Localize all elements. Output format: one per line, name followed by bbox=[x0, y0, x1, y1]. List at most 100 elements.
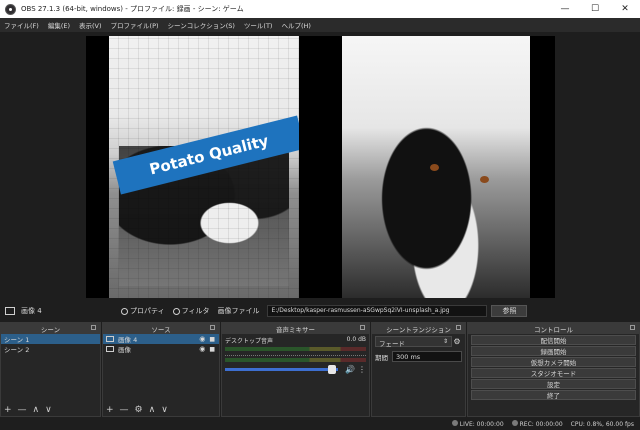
transitions-title: シーントランジション bbox=[386, 325, 451, 334]
pixelated-dog-image[interactable]: Potato Quality bbox=[109, 36, 299, 298]
source-item[interactable]: 画像 4 ◉ ■ bbox=[103, 334, 219, 344]
transition-settings-gear-icon[interactable]: ⚙ bbox=[452, 337, 462, 346]
start-recording-button[interactable]: 録画開始 bbox=[471, 346, 636, 356]
menu-bar: ファイル(F) 編集(E) 表示(V) プロファイル(P) シーンコレクション(… bbox=[0, 18, 640, 32]
duration-label: 期間 bbox=[375, 353, 388, 362]
volume-slider[interactable] bbox=[225, 365, 339, 374]
dock-float-icon[interactable] bbox=[360, 325, 365, 330]
cpu-status: CPU: 0.8%, 60.00 fps bbox=[570, 420, 634, 428]
rec-indicator-icon bbox=[511, 420, 518, 426]
audio-mixer-dock: 音声ミキサー デスクトップ音声 0.0 dB 🔊 ⋮ bbox=[221, 322, 370, 417]
transition-select[interactable]: フェード ⇕ bbox=[375, 336, 452, 348]
volume-meter bbox=[225, 347, 366, 351]
transitions-header: シーントランジション bbox=[372, 323, 465, 334]
lock-icon[interactable]: ■ bbox=[209, 336, 215, 343]
menu-tools[interactable]: ツール(T) bbox=[244, 20, 273, 30]
transition-selected: フェード bbox=[379, 340, 405, 348]
channel-name: デスクトップ音声 bbox=[225, 338, 274, 345]
image-source-icon bbox=[106, 346, 114, 352]
window-title: OBS 27.1.3 (64-bit, windows) - プロファイル: 録… bbox=[21, 5, 244, 13]
mixer-title: 音声ミキサー bbox=[276, 325, 315, 334]
filters-label: フィルタ bbox=[181, 307, 210, 315]
duration-field[interactable]: 300 ms bbox=[392, 351, 462, 362]
volume-meter bbox=[225, 358, 366, 362]
dog-eye-left bbox=[430, 164, 439, 171]
scenes-dock: シーン シーン 1 シーン 2 + — ∧ ∨ bbox=[0, 322, 101, 417]
controls-title: コントロール bbox=[534, 325, 573, 334]
studio-mode-button[interactable]: スタジオモード bbox=[471, 368, 636, 378]
image-file-label: 画像ファイル bbox=[217, 307, 260, 315]
menu-file[interactable]: ファイル(F) bbox=[4, 20, 39, 30]
properties-label: プロパティ bbox=[130, 307, 165, 315]
move-down-button[interactable]: ∨ bbox=[45, 405, 52, 415]
source-label: 画像 bbox=[118, 346, 131, 354]
start-virtual-camera-button[interactable]: 仮想カメラ開始 bbox=[471, 357, 636, 367]
selected-source-name: 画像 4 bbox=[21, 307, 42, 315]
gear-icon bbox=[121, 307, 128, 315]
status-bar: LIVE: 00:00:00 REC: 00:00:00 CPU: 0.8%, … bbox=[0, 418, 640, 430]
menu-view[interactable]: 表示(V) bbox=[79, 20, 102, 30]
move-up-button[interactable]: ∧ bbox=[33, 405, 40, 415]
meter-scale bbox=[225, 352, 366, 356]
controls-dock: コントロール 配信開始 録画開始 仮想カメラ開始 スタジオモード 設定 終了 bbox=[467, 322, 640, 417]
sources-dock: ソース 画像 4 ◉ ■ 画像 ◉ ■ + — ⚙ ∧ ∨ bbox=[102, 322, 220, 417]
dock-float-icon[interactable] bbox=[456, 325, 461, 330]
dog-photo-image[interactable] bbox=[342, 36, 530, 298]
dock-float-icon[interactable] bbox=[210, 325, 215, 330]
controls-header: コントロール bbox=[468, 323, 639, 334]
dock-float-icon[interactable] bbox=[630, 325, 635, 330]
gear-icon[interactable]: ⋮ bbox=[358, 365, 366, 374]
volume-slider-handle[interactable] bbox=[328, 365, 337, 374]
image-source-icon bbox=[106, 336, 114, 342]
exit-button[interactable]: 終了 bbox=[471, 390, 636, 400]
dog-eye-right bbox=[480, 176, 489, 183]
settings-button[interactable]: 設定 bbox=[471, 379, 636, 389]
minimize-button[interactable]: — bbox=[550, 0, 580, 18]
preview-canvas[interactable]: Potato Quality bbox=[86, 36, 555, 298]
source-item[interactable]: 画像 ◉ ■ bbox=[103, 344, 219, 354]
image-source-icon bbox=[5, 307, 15, 315]
preview-area[interactable]: Potato Quality bbox=[0, 32, 640, 302]
filters-button[interactable]: フィルタ bbox=[172, 306, 210, 316]
move-down-button[interactable]: ∨ bbox=[161, 405, 168, 415]
image-path-field[interactable]: E:/Desktop/kasper-rasmussen-aSGwpSq2iVI-… bbox=[267, 305, 488, 317]
properties-button[interactable]: プロパティ bbox=[121, 306, 165, 316]
speaker-icon[interactable]: 🔊 bbox=[345, 365, 355, 374]
remove-source-button[interactable]: — bbox=[120, 405, 129, 415]
window-controls: — ☐ ✕ bbox=[550, 0, 640, 18]
lock-icon[interactable]: ■ bbox=[209, 346, 215, 353]
sources-footer: + — ⚙ ∧ ∨ bbox=[103, 404, 219, 416]
filter-icon bbox=[172, 307, 180, 315]
start-streaming-button[interactable]: 配信開始 bbox=[471, 335, 636, 345]
menu-help[interactable]: ヘルプ(H) bbox=[281, 20, 310, 30]
close-button[interactable]: ✕ bbox=[610, 0, 640, 18]
menu-profile[interactable]: プロファイル(P) bbox=[111, 20, 159, 30]
menu-edit[interactable]: 編集(E) bbox=[48, 20, 70, 30]
menu-scene-collection[interactable]: シーンコレクション(S) bbox=[168, 20, 235, 30]
scene-item[interactable]: シーン 1 bbox=[1, 334, 100, 344]
source-properties-gear-icon[interactable]: ⚙ bbox=[135, 405, 143, 415]
source-toolbar: 画像 4 プロパティ フィルタ 画像ファイル E:/Desktop/kasper… bbox=[0, 302, 640, 320]
scenes-title: シーン bbox=[40, 325, 61, 334]
add-scene-button[interactable]: + bbox=[4, 405, 12, 415]
scenes-header: シーン bbox=[1, 323, 100, 334]
rec-status: REC: 00:00:00 bbox=[511, 420, 563, 428]
visibility-eye-icon[interactable]: ◉ bbox=[199, 345, 205, 353]
maximize-button[interactable]: ☐ bbox=[580, 0, 610, 18]
scene-transitions-dock: シーントランジション フェード ⇕ ⚙ 期間 300 ms bbox=[371, 322, 466, 417]
dock-float-icon[interactable] bbox=[91, 325, 96, 330]
title-bar: OBS 27.1.3 (64-bit, windows) - プロファイル: 録… bbox=[0, 0, 640, 18]
channel-level: 0.0 dB bbox=[346, 336, 366, 343]
scene-item[interactable]: シーン 2 bbox=[1, 344, 100, 354]
live-indicator-icon bbox=[451, 420, 458, 426]
mixer-channel: デスクトップ音声 0.0 dB 🔊 ⋮ bbox=[222, 334, 369, 376]
live-status: LIVE: 00:00:00 bbox=[451, 420, 504, 428]
remove-scene-button[interactable]: — bbox=[18, 405, 27, 415]
sources-header: ソース bbox=[103, 323, 219, 334]
browse-button[interactable]: 参照 bbox=[491, 305, 528, 317]
move-up-button[interactable]: ∧ bbox=[149, 405, 156, 415]
sources-title: ソース bbox=[151, 325, 171, 334]
add-source-button[interactable]: + bbox=[106, 405, 114, 415]
visibility-eye-icon[interactable]: ◉ bbox=[199, 335, 205, 343]
mixer-header: 音声ミキサー bbox=[222, 323, 369, 334]
